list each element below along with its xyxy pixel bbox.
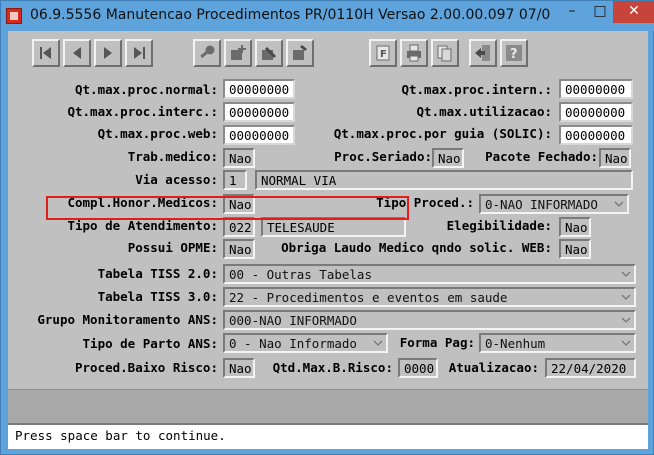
previous-record-button[interactable] xyxy=(63,39,91,67)
edit-icon xyxy=(262,47,276,60)
chevron-down-icon xyxy=(614,201,624,207)
title-bar[interactable]: 06.9.5556 Manutencao Procedimentos PR/01… xyxy=(1,1,654,31)
trab-medico-field[interactable]: Nao xyxy=(223,148,255,168)
search-button[interactable] xyxy=(193,39,221,67)
application-window: 06.9.5556 Manutencao Procedimentos PR/01… xyxy=(0,0,654,455)
svg-text:F: F xyxy=(380,49,387,60)
svg-text:?: ? xyxy=(510,47,518,62)
procedure-form: Qt.max.proc.normal: 00000000 Qt.max.proc… xyxy=(8,75,648,389)
status-bar: Press space bar to continue. xyxy=(8,423,648,449)
obriga-laudo-label: Obriga Laudo Medico qndo solic. WEB: xyxy=(281,240,552,255)
filter-icon: F xyxy=(376,45,390,61)
prev-icon xyxy=(73,47,81,59)
forma-pag-select[interactable]: 0-Nenhum xyxy=(479,333,636,353)
qt-max-proc-intern-field[interactable]: 00000000 xyxy=(559,79,633,99)
elegibilidade-label: Elegibilidade: xyxy=(446,218,552,233)
add-icon xyxy=(231,45,246,60)
edit-button[interactable] xyxy=(255,39,283,67)
via-acesso-description: NORMAL VIA xyxy=(255,170,633,190)
qtd-max-b-risco-field[interactable]: 0000 xyxy=(398,358,438,378)
via-acesso-code-field[interactable]: 1 xyxy=(223,170,247,190)
chevron-down-icon xyxy=(621,271,631,277)
qt-max-proc-intern-label: Qt.max.proc.intern.: xyxy=(401,82,552,97)
tipo-parto-select[interactable]: 0 - Nao Informado xyxy=(223,333,388,353)
add-button[interactable] xyxy=(224,39,252,67)
highlight-annotation xyxy=(46,196,409,220)
forma-pag-label: Forma Pag: xyxy=(399,335,475,350)
exit-button[interactable] xyxy=(469,39,497,67)
copy-icon xyxy=(437,45,452,62)
atualizacao-label: Atualizacao: xyxy=(448,360,539,375)
pacote-fechado-label: Pacote Fechado: xyxy=(485,149,598,164)
print-button[interactable] xyxy=(400,39,428,67)
qt-max-proc-por-guia-field[interactable]: 00000000 xyxy=(559,125,633,145)
tipo-parto-label: Tipo de Parto ANS: xyxy=(82,336,218,351)
maximize-button[interactable]: □ xyxy=(587,1,613,23)
close-button[interactable]: ✕ xyxy=(613,1,654,23)
delete-icon xyxy=(293,45,307,60)
trab-medico-label: Trab.medico: xyxy=(127,149,218,164)
qt-max-proc-interc-label: Qt.max.proc.interc.: xyxy=(67,104,218,119)
filter-button[interactable]: F xyxy=(369,39,397,67)
tipo-proced-value: 0-NAO INFORMADO xyxy=(485,197,598,212)
qtd-max-b-risco-label: Qtd.Max.B.Risco: xyxy=(272,360,393,375)
tabela-tiss-20-label: Tabela TISS 2.0: xyxy=(97,266,218,281)
app-icon xyxy=(6,8,22,24)
elegibilidade-field[interactable]: Nao xyxy=(559,217,591,237)
last-record-button[interactable] xyxy=(125,39,153,67)
qt-max-proc-web-label: Qt.max.proc.web: xyxy=(97,126,218,141)
qt-max-proc-por-guia-label: Qt.max.proc.por guia (SOLIC): xyxy=(333,126,552,141)
minimize-button[interactable]: – xyxy=(557,1,587,23)
window-title: 06.9.5556 Manutencao Procedimentos PR/01… xyxy=(30,7,550,23)
chevron-down-icon xyxy=(621,340,631,346)
help-button[interactable]: ? xyxy=(500,39,528,67)
possui-opme-label: Possui OPME: xyxy=(127,240,218,255)
via-acesso-label: Via acesso: xyxy=(135,172,218,187)
proc-seriado-field[interactable]: Nao xyxy=(432,148,464,168)
obriga-laudo-field[interactable]: Nao xyxy=(559,239,591,259)
button-panel xyxy=(8,389,648,423)
tipo-atendimento-code-field[interactable]: 022 xyxy=(223,217,255,237)
grupo-monitoramento-label: Grupo Monitoramento ANS: xyxy=(37,312,218,327)
search-key-icon xyxy=(200,45,215,59)
chevron-down-icon xyxy=(621,294,631,300)
proced-baixo-risco-label: Proced.Baixo Risco: xyxy=(75,360,218,375)
tipo-proced-select[interactable]: 0-NAO INFORMADO xyxy=(479,194,629,214)
proced-baixo-risco-field[interactable]: Nao xyxy=(223,358,255,378)
qt-max-proc-normal-field[interactable]: 00000000 xyxy=(223,79,295,99)
qt-max-proc-normal-label: Qt.max.proc.normal: xyxy=(75,82,218,97)
first-icon xyxy=(40,47,51,59)
qt-max-proc-interc-field[interactable]: 00000000 xyxy=(223,102,295,122)
toolbar: F ? xyxy=(8,31,648,75)
help-icon: ? xyxy=(506,45,522,62)
qt-max-utilizacao-label: Qt.max.utilizacao: xyxy=(416,104,552,119)
qt-max-utilizacao-field[interactable]: 00000000 xyxy=(559,102,633,122)
last-icon xyxy=(134,47,145,59)
tipo-atendimento-description: TELESAUDE xyxy=(261,217,406,237)
possui-opme-field[interactable]: Nao xyxy=(223,239,255,259)
proc-seriado-label: Proc.Seriado: xyxy=(334,149,432,164)
next-icon xyxy=(104,47,112,59)
tabela-tiss-30-value: 22 - Procedimentos e eventos em saude xyxy=(229,290,508,305)
qt-max-proc-web-field[interactable]: 00000000 xyxy=(223,125,295,145)
next-record-button[interactable] xyxy=(94,39,122,67)
copy-button[interactable] xyxy=(431,39,459,67)
tabela-tiss-30-select[interactable]: 22 - Procedimentos e eventos em saude xyxy=(223,287,636,307)
tipo-parto-value: 0 - Nao Informado xyxy=(229,336,357,351)
tabela-tiss-20-select[interactable]: 00 - Outras Tabelas xyxy=(223,264,636,284)
tabela-tiss-30-label: Tabela TISS 3.0: xyxy=(97,289,218,304)
chevron-down-icon xyxy=(373,340,383,346)
delete-button[interactable] xyxy=(286,39,314,67)
pacote-fechado-field[interactable]: Nao xyxy=(599,148,631,168)
chevron-down-icon xyxy=(621,317,631,323)
grupo-monitoramento-value: 000-NAO INFORMADO xyxy=(229,313,357,328)
tabela-tiss-20-value: 00 - Outras Tabelas xyxy=(229,267,372,282)
forma-pag-value: 0-Nenhum xyxy=(485,336,546,351)
grupo-monitoramento-select[interactable]: 000-NAO INFORMADO xyxy=(223,310,636,330)
atualizacao-field: 22/04/2020 xyxy=(545,358,636,378)
print-icon xyxy=(407,44,421,62)
first-record-button[interactable] xyxy=(32,39,60,67)
window-client-area: F ? Qt.max.proc.normal: 00000000 Qt.max.… xyxy=(8,31,648,449)
exit-icon xyxy=(475,45,490,61)
